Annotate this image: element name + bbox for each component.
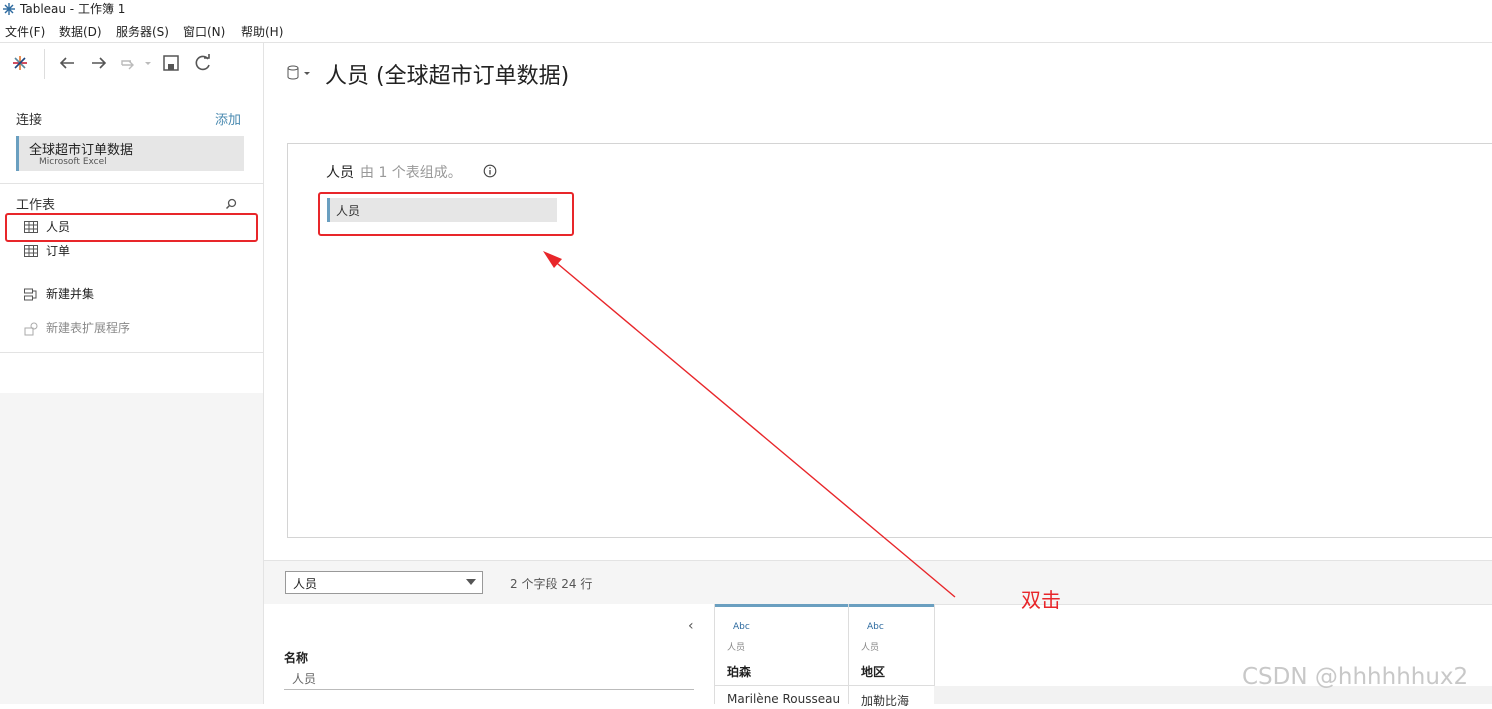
annotation-arrow: [543, 251, 956, 598]
watermark: CSDN @hhhhhhux2: [1242, 664, 1469, 690]
annotation-label: 双击: [1021, 588, 1061, 612]
